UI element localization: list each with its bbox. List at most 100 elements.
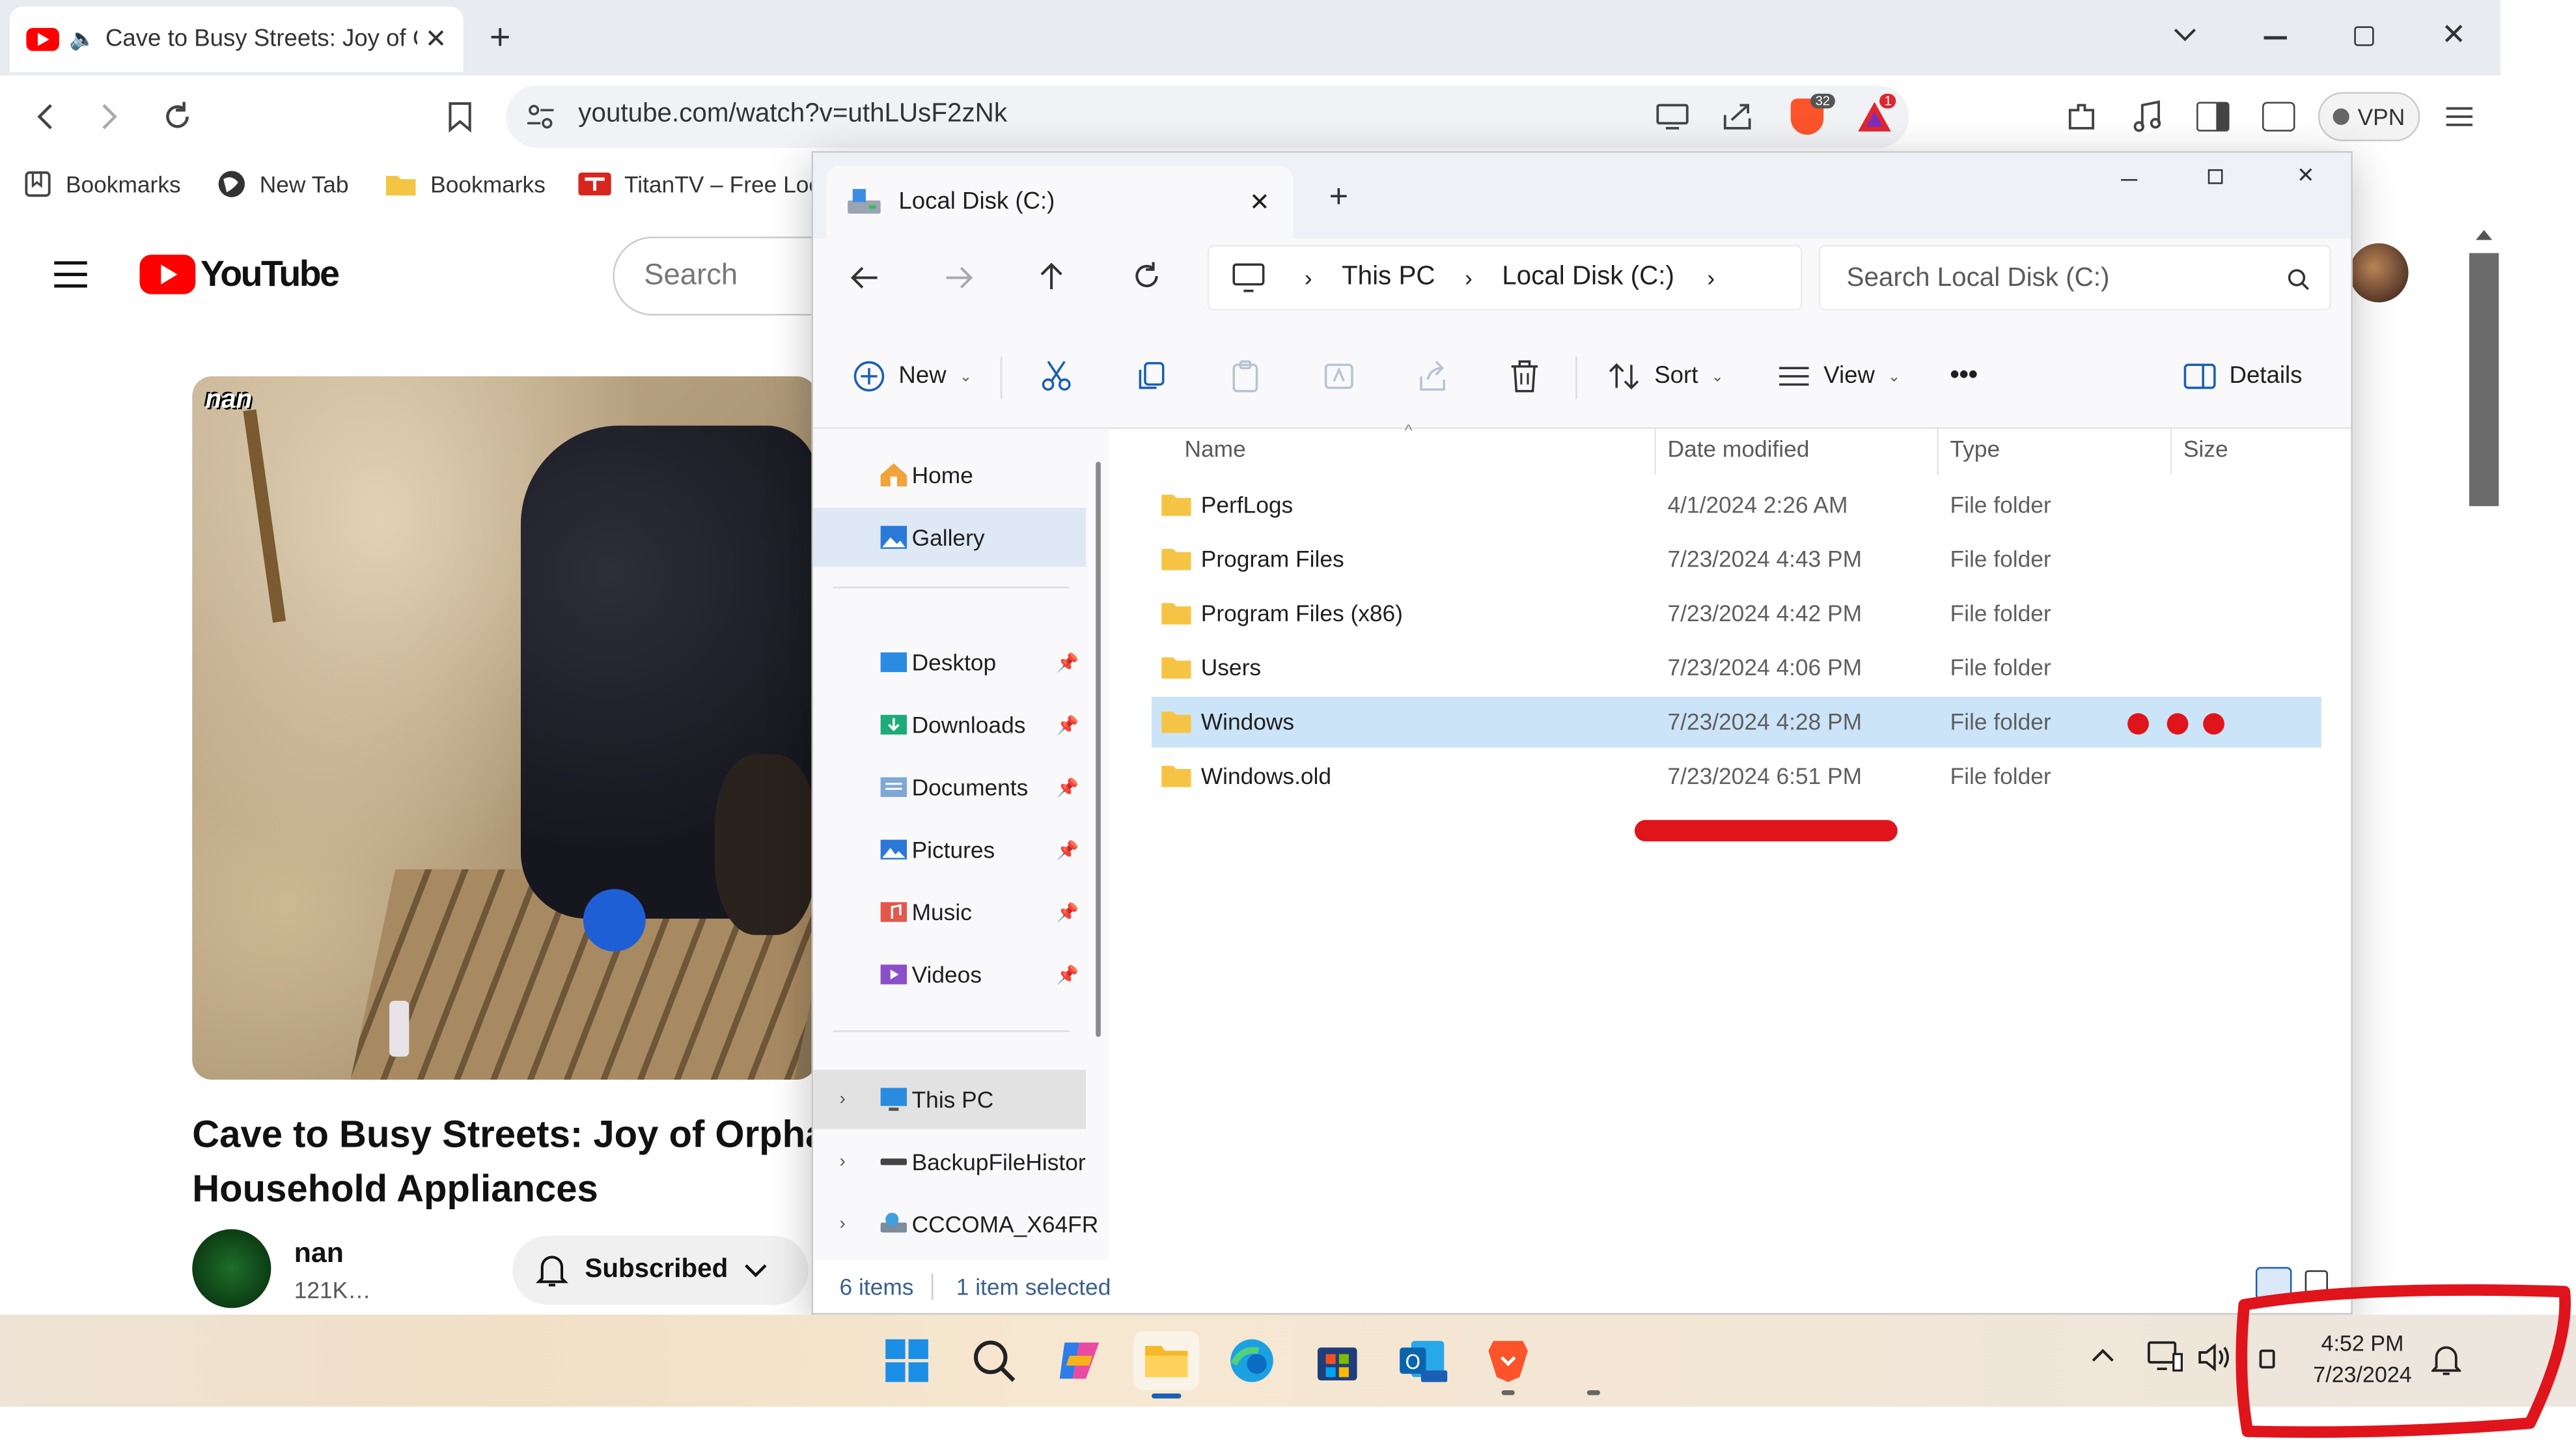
user-avatar[interactable] — [2349, 243, 2409, 303]
hamburger-menu-icon[interactable] — [53, 260, 89, 289]
column-header-name[interactable]: Name — [1185, 436, 1246, 462]
channel-avatar[interactable] — [192, 1229, 271, 1308]
minimize-button[interactable] — [2264, 36, 2287, 39]
breadcrumb-this-pc[interactable]: This PC — [1342, 263, 1435, 292]
file-row-perflogs[interactable]: PerfLogs 4/1/2024 2:26 AM File folder — [1152, 480, 2321, 531]
close-window-button[interactable]: ✕ — [2441, 18, 2466, 53]
nav-item-music[interactable]: Music 📌 — [813, 882, 1086, 942]
nav-item-backup-drive[interactable]: › BackupFileHistor — [813, 1132, 1086, 1192]
page-scrollbar-thumb[interactable] — [2469, 253, 2499, 507]
store-icon[interactable] — [1308, 1331, 1367, 1390]
tab-search-chevron-icon[interactable] — [2172, 21, 2198, 48]
wallet-icon[interactable] — [2262, 102, 2295, 132]
bookmark-item-new-tab[interactable]: New Tab — [217, 158, 349, 210]
scrollbar-up-arrow-icon[interactable] — [2476, 230, 2493, 240]
show-hidden-icons-icon[interactable] — [2092, 1347, 2114, 1364]
more-options-button[interactable]: ••• — [1950, 324, 1978, 429]
url-text[interactable]: youtube.com/watch?v=uthLUsF2zNk — [578, 100, 1007, 130]
youtube-logo[interactable]: YouTube — [139, 253, 340, 296]
media-icon[interactable] — [2131, 98, 2163, 135]
pin-icon[interactable]: 📌 — [1057, 776, 1079, 798]
edge-icon[interactable] — [1223, 1331, 1282, 1390]
explorer-tab[interactable]: Local Disk (C:) ✕ — [826, 165, 1294, 238]
column-header-type[interactable]: Type — [1950, 436, 2001, 462]
pin-icon[interactable]: 📌 — [1057, 964, 1079, 985]
pin-icon[interactable]: 📌 — [1057, 839, 1079, 860]
video-player[interactable]: nan — [192, 376, 817, 1080]
view-button[interactable]: View ⌄ — [1778, 324, 1900, 429]
expand-chevron-icon[interactable]: › — [840, 1214, 846, 1234]
breadcrumb[interactable]: › This PC › Local Disk (C:) › — [1207, 245, 1803, 311]
site-settings-icon[interactable] — [526, 104, 555, 130]
share-button[interactable] — [1416, 324, 1448, 429]
nav-item-dvd-drive[interactable]: › CCCOMA_X64FR — [813, 1195, 1099, 1254]
file-row-program-files-x86[interactable]: Program Files (x86) 7/23/2024 4:42 PM Fi… — [1152, 588, 2321, 639]
sidebar-icon[interactable] — [2196, 102, 2230, 132]
speaker-icon[interactable]: 🔈 — [69, 26, 96, 52]
expand-chevron-icon[interactable]: › — [840, 1089, 846, 1109]
back-icon[interactable] — [33, 102, 55, 131]
expand-chevron-icon[interactable]: › — [840, 1152, 846, 1171]
browser-tab[interactable]: 🔈 Cave to Busy Streets: Joy of C ✕ — [10, 7, 464, 73]
address-bar[interactable]: youtube.com/watch?v=uthLUsF2zNk 32 1 — [506, 85, 1909, 148]
copilot-icon[interactable] — [1050, 1331, 1109, 1390]
pin-icon[interactable]: 📌 — [1057, 901, 1079, 923]
nav-item-downloads[interactable]: Downloads 📌 — [813, 695, 1086, 754]
extensions-icon[interactable] — [2065, 100, 2098, 133]
nav-item-desktop[interactable]: Desktop 📌 — [813, 633, 1086, 692]
nav-item-pictures[interactable]: Pictures 📌 — [813, 820, 1086, 879]
nav-item-documents[interactable]: Documents 📌 — [813, 757, 1086, 817]
file-explorer-icon[interactable] — [1133, 1331, 1200, 1390]
nav-item-videos[interactable]: Videos 📌 — [813, 945, 1086, 1004]
pin-icon[interactable]: 📌 — [1057, 714, 1079, 735]
nav-item-home[interactable]: Home — [813, 445, 1086, 505]
breadcrumb-chevron-icon[interactable]: › — [1707, 264, 1715, 290]
bookmark-page-icon[interactable] — [447, 100, 473, 133]
explorer-back-icon[interactable] — [850, 264, 879, 290]
explorer-search-input[interactable]: Search Local Disk (C:) — [1818, 245, 2331, 311]
vpn-button[interactable]: VPN — [2318, 92, 2420, 142]
paste-button[interactable] — [1229, 324, 1262, 429]
column-header-size[interactable]: Size — [2183, 436, 2228, 462]
explorer-forward-icon[interactable] — [945, 264, 974, 290]
breadcrumb-local-disk[interactable]: Local Disk (C:) — [1502, 263, 1674, 292]
start-icon[interactable] — [878, 1331, 937, 1390]
file-row-windows-old[interactable]: Windows.old 7/23/2024 6:51 PM File folde… — [1152, 751, 2321, 802]
copy-button[interactable] — [1135, 324, 1168, 429]
brave-icon[interactable] — [1478, 1331, 1538, 1390]
pin-icon[interactable]: 📌 — [1057, 652, 1079, 673]
file-row-users[interactable]: Users 7/23/2024 4:06 PM File folder — [1152, 643, 2321, 693]
new-explorer-tab-button[interactable]: + — [1329, 179, 1348, 217]
outlook-icon[interactable]: O — [1393, 1331, 1452, 1390]
explorer-up-icon[interactable] — [1038, 261, 1064, 290]
subscribed-button[interactable]: Subscribed — [512, 1235, 809, 1305]
delete-button[interactable] — [1510, 324, 1539, 429]
restore-button[interactable] — [2354, 26, 2374, 46]
details-button[interactable]: Details — [2183, 324, 2302, 429]
explorer-minimize-button[interactable] — [2120, 179, 2138, 181]
share-icon[interactable] — [1722, 102, 1754, 131]
close-explorer-tab-icon[interactable]: ✕ — [1249, 188, 1270, 217]
file-row-windows[interactable]: Windows 7/23/2024 4:28 PM File folder — [1152, 697, 2321, 748]
bookmark-item-titantv[interactable]: TitanTV – Free Loc — [578, 158, 818, 210]
menu-icon[interactable] — [2444, 105, 2474, 128]
forward-icon[interactable] — [98, 102, 121, 131]
nav-item-this-pc[interactable]: › This PC — [813, 1069, 1087, 1129]
network-icon[interactable] — [2147, 1341, 2183, 1373]
reload-icon[interactable] — [161, 100, 193, 133]
cut-button[interactable] — [1040, 324, 1072, 429]
bookmark-item-folder[interactable]: Bookmarks — [385, 158, 546, 210]
explorer-close-button[interactable]: ✕ — [2297, 163, 2315, 189]
nav-pane-scrollbar[interactable] — [1096, 462, 1101, 1037]
file-row-program-files[interactable]: Program Files 7/23/2024 4:43 PM File fol… — [1152, 534, 2321, 585]
new-tab-button[interactable]: + — [490, 16, 510, 59]
close-tab-icon[interactable]: ✕ — [425, 23, 447, 55]
sort-button[interactable]: Sort ⌄ — [1609, 324, 1724, 429]
new-button[interactable]: New ⌄ — [853, 324, 972, 429]
column-header-date[interactable]: Date modified — [1667, 436, 1809, 462]
channel-name[interactable]: nan — [294, 1237, 344, 1270]
explorer-maximize-button[interactable] — [2208, 169, 2223, 184]
search-icon[interactable] — [964, 1331, 1023, 1390]
cast-icon[interactable] — [1656, 104, 1689, 130]
bookmark-item-bookmarks[interactable]: Bookmarks — [23, 158, 181, 210]
